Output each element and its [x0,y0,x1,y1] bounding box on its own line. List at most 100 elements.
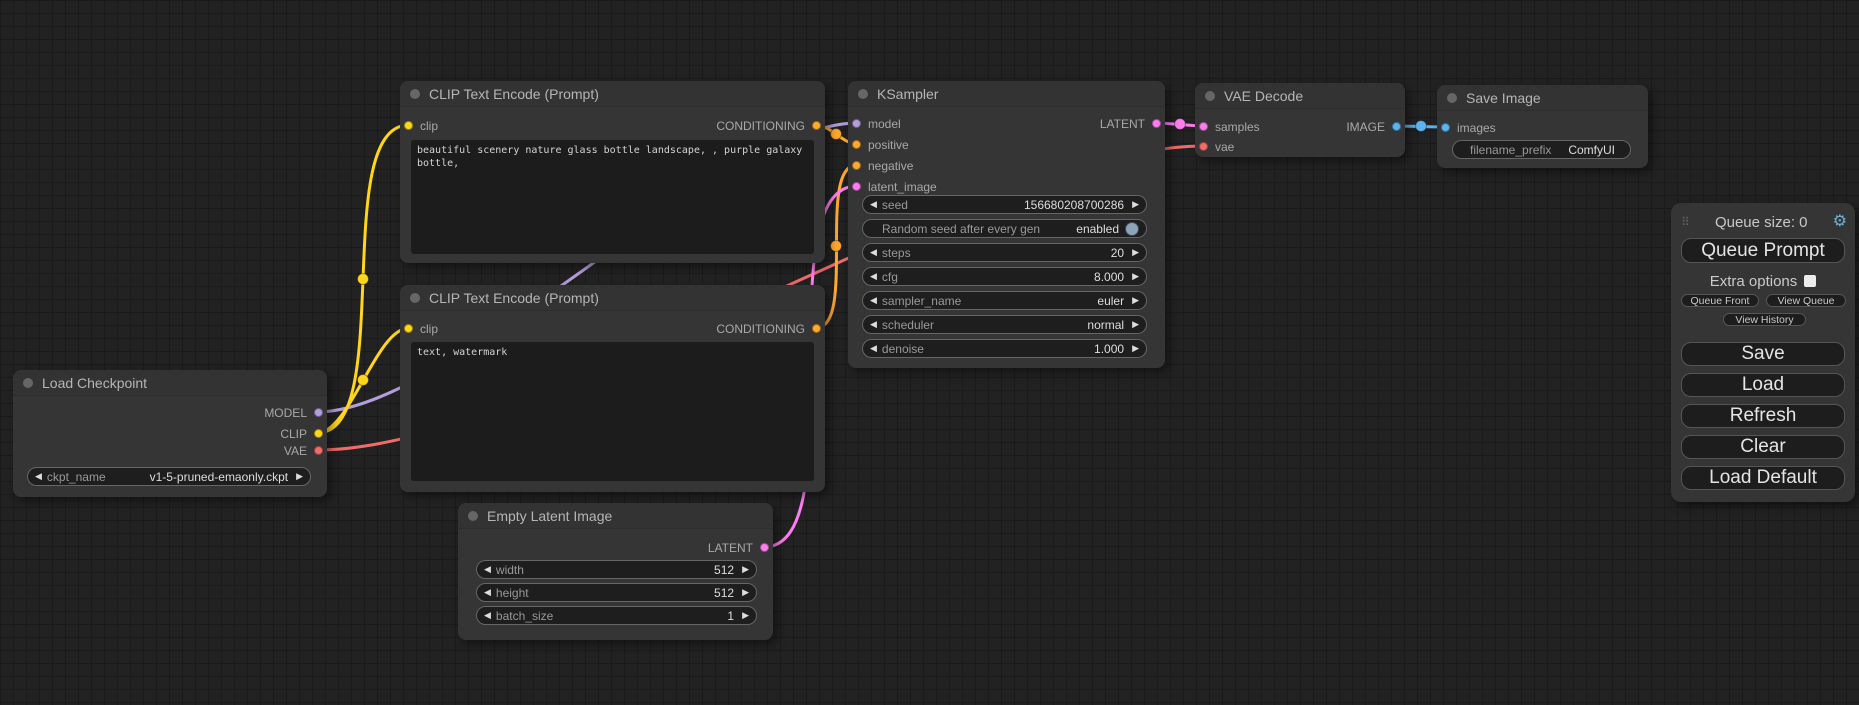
drag-handle-icon[interactable]: ⠿ [1681,215,1690,229]
refresh-button[interactable]: Refresh [1681,404,1845,428]
widget-filename-prefix[interactable]: filename_prefix ComfyUI [1452,140,1631,159]
node-vae-decode[interactable]: VAE Decode samples vae IMAGE [1195,83,1405,157]
widget-value[interactable]: 1.000 [1094,342,1124,356]
increment-arrow-icon[interactable]: ▶ [296,471,303,482]
widget-value[interactable]: 512 [714,563,734,577]
decrement-arrow-icon[interactable]: ◀ [870,247,877,258]
node-load-checkpoint[interactable]: Load Checkpoint MODEL CLIP VAE ◀ ckpt_na… [13,370,327,497]
increment-arrow-icon[interactable]: ▶ [742,610,749,621]
output-dot-latent[interactable] [760,543,769,552]
increment-arrow-icon[interactable]: ▶ [1132,271,1139,282]
save-button[interactable]: Save [1681,342,1845,366]
clear-button[interactable]: Clear [1681,435,1845,459]
output-dot-clip[interactable] [314,429,323,438]
node-title-bar[interactable]: CLIP Text Encode (Prompt) [400,285,825,311]
widget-value[interactable]: normal [1087,318,1124,332]
node-title-bar[interactable]: Empty Latent Image [458,503,773,529]
widget-value[interactable]: v1-5-pruned-emaonly.ckpt [150,470,289,484]
widget-cfg[interactable]: ◀ cfg 8.000 ▶ [862,267,1147,286]
output-slot-image: IMAGE [1346,118,1401,135]
input-dot-model[interactable] [852,119,861,128]
input-dot-clip[interactable] [404,324,413,333]
input-label: clip [420,322,438,336]
node-title-bar[interactable]: KSampler [848,81,1165,107]
decrement-arrow-icon[interactable]: ◀ [484,587,491,598]
node-title-bar[interactable]: CLIP Text Encode (Prompt) [400,81,825,107]
prompt-text-area[interactable]: beautiful scenery nature glass bottle la… [411,140,814,254]
settings-gear-icon[interactable]: ⚙ [1833,214,1847,230]
increment-arrow-icon[interactable]: ▶ [1132,319,1139,330]
widget-value[interactable]: euler [1097,294,1124,308]
node-title-bar[interactable]: VAE Decode [1195,83,1405,109]
input-dot-negative[interactable] [852,161,861,170]
input-dot-positive[interactable] [852,140,861,149]
load-default-button[interactable]: Load Default [1681,466,1845,490]
widget-random-seed-toggle[interactable]: Random seed after every gen enabled [862,219,1147,238]
node-graph-canvas[interactable]: { "icons": { "left_arrow": "◀", "right_a… [0,0,1859,705]
node-title-bar[interactable]: Load Checkpoint [13,370,327,396]
widget-width[interactable]: ◀ width 512 ▶ [476,560,757,579]
output-dot-latent[interactable] [1152,119,1161,128]
input-dot-latent-image[interactable] [852,182,861,191]
prompt-text-area[interactable]: text, watermark [411,342,814,481]
widget-seed[interactable]: ◀ seed 156680208700286 ▶ [862,195,1147,214]
widget-ckpt-name[interactable]: ◀ ckpt_name v1-5-pruned-emaonly.ckpt ▶ [27,467,311,486]
load-button[interactable]: Load [1681,373,1845,397]
link-midpoint-dot [831,241,842,252]
collapse-dot-icon[interactable] [410,89,420,99]
collapse-dot-icon[interactable] [23,378,33,388]
view-queue-button[interactable]: View Queue [1766,294,1846,307]
widget-denoise[interactable]: ◀ denoise 1.000 ▶ [862,339,1147,358]
input-dot-clip[interactable] [404,121,413,130]
toggle-on-icon[interactable] [1125,222,1139,236]
decrement-arrow-icon[interactable]: ◀ [35,471,42,482]
decrement-arrow-icon[interactable]: ◀ [870,319,877,330]
widget-value[interactable]: 8.000 [1094,270,1124,284]
node-title-bar[interactable]: Save Image [1437,85,1648,111]
decrement-arrow-icon[interactable]: ◀ [870,295,877,306]
decrement-arrow-icon[interactable]: ◀ [870,199,877,210]
collapse-dot-icon[interactable] [410,293,420,303]
collapse-dot-icon[interactable] [1205,91,1215,101]
increment-arrow-icon[interactable]: ▶ [742,587,749,598]
node-clip-text-encode-negative[interactable]: CLIP Text Encode (Prompt) clip CONDITION… [400,285,825,492]
output-dot-image[interactable] [1392,122,1401,131]
collapse-dot-icon[interactable] [468,511,478,521]
output-dot-vae[interactable] [314,446,323,455]
output-dot-model[interactable] [314,408,323,417]
widget-value[interactable]: 1 [727,609,734,623]
collapse-dot-icon[interactable] [1447,93,1457,103]
output-dot-conditioning[interactable] [812,324,821,333]
queue-front-button[interactable]: Queue Front [1681,294,1759,307]
widget-value[interactable]: 512 [714,586,734,600]
widget-scheduler[interactable]: ◀ scheduler normal ▶ [862,315,1147,334]
increment-arrow-icon[interactable]: ▶ [1132,199,1139,210]
input-dot-samples[interactable] [1199,122,1208,131]
collapse-dot-icon[interactable] [858,89,868,99]
node-empty-latent-image[interactable]: Empty Latent Image LATENT ◀ width 512 ▶ … [458,503,773,640]
increment-arrow-icon[interactable]: ▶ [1132,343,1139,354]
widget-sampler-name[interactable]: ◀ sampler_name euler ▶ [862,291,1147,310]
widget-steps[interactable]: ◀ steps 20 ▶ [862,243,1147,262]
extra-options-checkbox[interactable] [1804,275,1816,287]
queue-prompt-button[interactable]: Queue Prompt [1681,238,1845,263]
node-clip-text-encode-positive[interactable]: CLIP Text Encode (Prompt) clip CONDITION… [400,81,825,263]
widget-batch-size[interactable]: ◀ batch_size 1 ▶ [476,606,757,625]
decrement-arrow-icon[interactable]: ◀ [484,564,491,575]
input-dot-images[interactable] [1441,123,1450,132]
increment-arrow-icon[interactable]: ▶ [742,564,749,575]
decrement-arrow-icon[interactable]: ◀ [484,610,491,621]
decrement-arrow-icon[interactable]: ◀ [870,271,877,282]
node-save-image[interactable]: Save Image images filename_prefix ComfyU… [1437,85,1648,168]
input-dot-vae[interactable] [1199,142,1208,151]
widget-value[interactable]: 20 [1111,246,1124,260]
increment-arrow-icon[interactable]: ▶ [1132,247,1139,258]
increment-arrow-icon[interactable]: ▶ [1132,295,1139,306]
node-ksampler[interactable]: KSampler model positive negative latent_… [848,81,1165,368]
widget-height[interactable]: ◀ height 512 ▶ [476,583,757,602]
widget-value[interactable]: ComfyUI [1568,143,1615,157]
decrement-arrow-icon[interactable]: ◀ [870,343,877,354]
view-history-button[interactable]: View History [1723,313,1806,326]
widget-value[interactable]: 156680208700286 [1024,198,1124,212]
output-dot-conditioning[interactable] [812,121,821,130]
